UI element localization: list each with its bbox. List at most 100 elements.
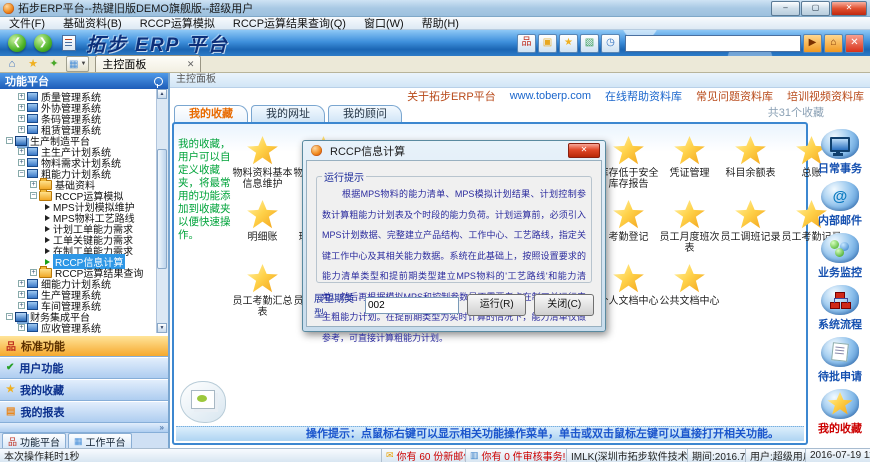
platform-icon (15, 312, 27, 322)
back-button[interactable]: ❮ (8, 34, 26, 52)
menu-file[interactable]: 文件(F) (0, 15, 54, 31)
scroll-down-icon[interactable]: ▼ (157, 323, 167, 333)
tree-scrollbar[interactable]: ▲ ▼ (156, 89, 168, 333)
menu-rccp-result-query[interactable]: RCCP运算结果查询(Q) (224, 15, 355, 31)
favorite-item[interactable]: 明细账 (232, 200, 293, 254)
rail-item-internal-mail[interactable]: @内部邮件 (818, 181, 862, 228)
favorite-item[interactable]: 考勤登记 (598, 200, 659, 254)
collapse-icon[interactable]: − (6, 313, 13, 320)
quick-search-input[interactable] (625, 35, 801, 52)
bottom-tab-work-platform[interactable]: ▦工作平台 (68, 433, 132, 448)
menu-help[interactable]: 帮助(H) (413, 15, 468, 31)
link-about[interactable]: 关于拓步ERP平台 (407, 88, 496, 104)
menu-window[interactable]: 窗口(W) (355, 15, 413, 31)
home-icon[interactable]: ⌂ (3, 57, 21, 72)
horizon-type-input[interactable] (365, 297, 459, 314)
favorites-count: 共31个收藏 (768, 104, 824, 120)
star-icon (674, 264, 706, 294)
rail-item-pending-approvals[interactable]: 待批申请 (818, 337, 862, 384)
dialog-close-button[interactable]: ✕ (568, 143, 600, 158)
minimize-button[interactable]: – (771, 1, 800, 16)
expand-icon[interactable]: + (30, 269, 37, 276)
favorite-item[interactable]: 公共文档中心 (659, 264, 720, 318)
favorite-item[interactable]: 库存低于安全库存报告 (598, 136, 659, 190)
expand-icon[interactable]: + (18, 148, 25, 155)
tab-my-urls[interactable]: 我的网址 (251, 105, 325, 123)
history-clock-icon[interactable]: ◷ (601, 34, 620, 53)
expand-icon[interactable]: + (18, 302, 25, 309)
tab-my-favorites[interactable]: 我的收藏 (174, 105, 248, 123)
run-tips-label: 运行提示 (322, 169, 366, 184)
system-icon (27, 103, 38, 112)
expand-icon[interactable]: + (18, 126, 25, 133)
sidebar-button-my-favorites[interactable]: ★我的收藏 (0, 379, 168, 401)
favorite-item[interactable]: 个人文档中心 (598, 264, 659, 318)
link-website[interactable]: www.toberp.com (510, 90, 591, 102)
favorite-item[interactable]: 员工考勤汇总表 (232, 264, 293, 318)
favorite-item[interactable]: 科目余额表 (720, 136, 781, 190)
erp-logo: 拓步 ERP 平台 (86, 30, 229, 56)
link-faq[interactable]: 常见问题资料库 (696, 88, 773, 104)
run-button[interactable]: 运行(R) (467, 294, 527, 316)
add-favorite-folder-icon[interactable]: ▣ (538, 34, 557, 53)
tab-main-panel[interactable]: 主控面板 ✕ (95, 55, 201, 72)
expand-icon[interactable]: + (18, 115, 25, 122)
sparkle-icon[interactable]: ✦ (45, 57, 63, 72)
expand-icon[interactable]: + (18, 324, 25, 331)
expand-icon[interactable]: + (18, 280, 25, 287)
star-icon (674, 136, 706, 166)
tree-item-ar-mgmt[interactable]: +应收管理系统 (0, 322, 168, 333)
link-training-videos[interactable]: 培训视频资料库 (787, 88, 864, 104)
expand-icon[interactable]: + (30, 181, 37, 188)
rail-item-daily-affairs[interactable]: 日常事务 (818, 129, 862, 176)
rail-item-business-monitor[interactable]: 业务监控 (818, 233, 862, 280)
close-button[interactable]: ✕ (831, 1, 867, 16)
run-tips-text: 根据MPS物料的能力清单、MPS模拟计划结果、计划控制参数计算粗能力计划表及个时… (322, 184, 586, 348)
favorite-item[interactable]: 凭证管理 (659, 136, 720, 190)
star-icon (613, 136, 645, 166)
tab-list-button[interactable]: ▦ ▼ (66, 56, 89, 72)
dialog-close-action-button[interactable]: 关闭(C) (534, 294, 594, 316)
star-icon[interactable]: ★ (24, 57, 42, 72)
expand-icon[interactable]: + (18, 93, 25, 100)
favorite-item (720, 264, 781, 318)
home-button[interactable]: ⌂ (824, 34, 843, 53)
star-icon (735, 200, 767, 230)
rail-item-my-favorites[interactable]: 我的收藏 (818, 389, 862, 436)
collapse-icon[interactable]: − (18, 170, 25, 177)
status-new-mail[interactable]: ✉你有 60 份新邮件! (382, 449, 466, 462)
pin-icon[interactable] (154, 77, 163, 86)
favorite-item[interactable]: 员工调班记录 (720, 200, 781, 254)
sidebar-more-bar[interactable]: » (0, 423, 168, 433)
expand-icon[interactable]: + (18, 104, 25, 111)
sidebar-button-standard-functions[interactable]: 品标准功能 (0, 335, 168, 357)
rail-item-system-flow[interactable]: 系统流程 (818, 285, 862, 332)
tab-my-consultant[interactable]: 我的顾问 (328, 105, 402, 123)
forward-button[interactable]: ❯ (34, 34, 52, 52)
maximize-button[interactable]: ▢ (801, 1, 830, 16)
collapse-icon[interactable]: − (30, 192, 37, 199)
bottom-tab-function-platform[interactable]: 品功能平台 (2, 433, 66, 448)
scroll-up-icon[interactable]: ▲ (157, 89, 167, 99)
menu-rccp-simulation[interactable]: RCCP运算模拟 (131, 15, 224, 31)
picture-tool-icon[interactable]: ▧ (580, 34, 599, 53)
flowchart-tool-icon[interactable]: 品 (517, 34, 536, 53)
status-audit-tasks[interactable]: ▥你有 0 件审核事务! (466, 449, 567, 462)
close-tab-button[interactable]: ✕ (845, 34, 864, 53)
collapse-icon[interactable]: − (6, 137, 13, 144)
scroll-thumb[interactable] (157, 149, 167, 269)
favorite-item[interactable]: 物料资料基本信息维护 (232, 136, 293, 190)
tab-close-icon[interactable]: ✕ (187, 59, 195, 70)
favorite-star-icon[interactable]: ★ (559, 34, 578, 53)
dialog-titlebar[interactable]: RCCP信息计算 ✕ (306, 141, 602, 160)
status-period: 期间:2016.7 (688, 449, 746, 462)
system-icon (27, 290, 38, 299)
go-button[interactable]: ▶ (803, 34, 822, 53)
menu-base-data[interactable]: 基础资料(B) (54, 15, 131, 31)
expand-icon[interactable]: + (18, 291, 25, 298)
sidebar-button-my-reports[interactable]: ▤我的报表 (0, 401, 168, 423)
favorite-item[interactable]: 员工月度班次表 (659, 200, 720, 254)
link-online-help[interactable]: 在线帮助资料库 (605, 88, 682, 104)
sidebar-button-user-functions[interactable]: ✔用户功能 (0, 357, 168, 379)
expand-icon[interactable]: + (18, 159, 25, 166)
